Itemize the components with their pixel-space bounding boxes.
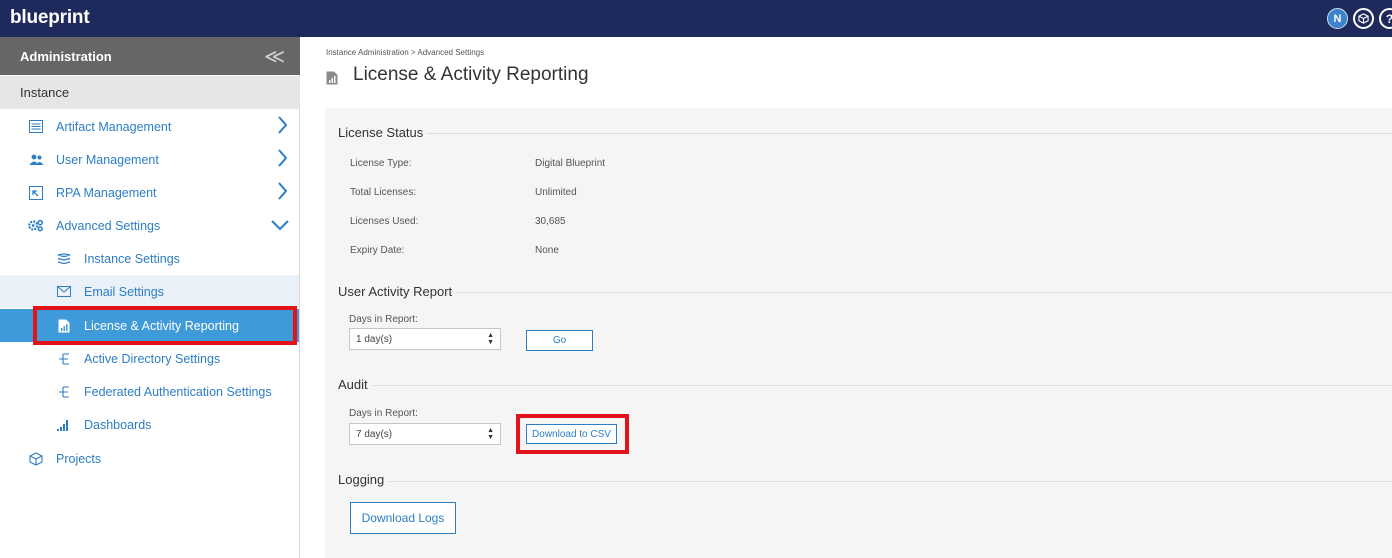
rpa-icon (28, 185, 44, 201)
sidebar-item-label: Federated Authentication Settings (84, 384, 272, 399)
sidebar-item-advanced-settings[interactable]: Advanced Settings (0, 209, 299, 242)
bar-chart-icon (56, 417, 72, 433)
sidebar-item-label: Email Settings (84, 284, 164, 299)
sidebar-item-label: Artifact Management (56, 119, 172, 134)
sidebar-item-label: Advanced Settings (56, 218, 161, 233)
chevron-right-icon[interactable] (277, 116, 288, 137)
sidebar-item-label: User Management (56, 152, 159, 167)
sidebar-item-federated-authentication-settings[interactable]: Federated Authentication Settings (0, 375, 299, 408)
user-avatar[interactable]: N (1327, 8, 1348, 29)
sidebar-item-email-settings[interactable]: Email Settings (0, 275, 299, 308)
expiry-date-value: None (535, 245, 559, 256)
layers-icon (56, 251, 72, 267)
breadcrumb[interactable]: Instance Administration > Advanced Setti… (326, 48, 484, 57)
license-type-value: Digital Blueprint (535, 158, 606, 169)
licenses-used-value: 30,685 (535, 216, 566, 227)
top-icons: N ? (1327, 8, 1392, 29)
settings-panel: License Status License Type: Digital Blu… (325, 108, 1392, 558)
stepper-arrows-icon[interactable]: ▲ ▼ (487, 332, 494, 346)
sidebar-item-dashboards[interactable]: Dashboards (0, 408, 299, 441)
sidebar: Administration ≪ Instance Artifact Manag… (0, 37, 300, 558)
chevron-down-icon[interactable] (271, 219, 289, 233)
chevron-right-icon[interactable] (277, 182, 288, 203)
directory-icon (56, 351, 72, 367)
select-value: 7 day(s) (356, 429, 393, 440)
sidebar-item-label: Projects (56, 451, 102, 466)
collapse-sidebar-icon[interactable]: ≪ (264, 44, 285, 69)
audit-legend: Audit (338, 377, 372, 392)
section-divider (338, 133, 1392, 134)
section-divider (338, 481, 1392, 482)
main-content: Instance Administration > Advanced Setti… (301, 37, 1392, 558)
highlight-box (516, 414, 629, 454)
users-icon (28, 152, 44, 168)
user-activity-legend: User Activity Report (338, 284, 457, 299)
top-bar: blueprint N ? (0, 0, 1392, 37)
help-icon[interactable]: ? (1379, 8, 1392, 29)
cube-icon (28, 451, 44, 467)
sidebar-item-rpa-management[interactable]: RPA Management (0, 176, 299, 209)
user-activity-days-select[interactable]: 1 day(s) ▲ ▼ (349, 328, 501, 350)
chevron-right-icon[interactable] (277, 149, 288, 170)
audit-days-select[interactable]: 7 day(s) ▲ ▼ (349, 423, 501, 445)
section-divider (338, 292, 1392, 293)
sidebar-item-artifact-management[interactable]: Artifact Management (0, 110, 299, 143)
sidebar-header-label: Administration (20, 48, 112, 64)
user-activity-days-label: Days in Report: (349, 314, 418, 325)
sidebar-item-projects[interactable]: Projects (0, 442, 299, 475)
logging-legend: Logging (338, 472, 389, 487)
gears-icon (28, 218, 44, 234)
license-type-label: License Type: (350, 158, 412, 169)
cube-icon[interactable] (1353, 8, 1374, 29)
audit-days-label: Days in Report: (349, 408, 418, 419)
sidebar-header: Administration (0, 37, 300, 75)
app-logo[interactable]: blueprint (10, 7, 90, 29)
report-icon (326, 71, 338, 90)
download-logs-button[interactable]: Download Logs (350, 502, 456, 534)
sidebar-section-instance[interactable]: Instance (0, 76, 300, 109)
total-licenses-value: Unlimited (535, 187, 577, 198)
total-licenses-label: Total Licenses: (350, 187, 417, 198)
license-status-legend: License Status (338, 125, 428, 140)
licenses-used-label: Licenses Used: (350, 216, 419, 227)
expiry-date-label: Expiry Date: (350, 245, 405, 256)
sidebar-item-user-management[interactable]: User Management (0, 143, 299, 176)
section-divider (338, 385, 1392, 386)
sidebar-item-label: Active Directory Settings (84, 351, 221, 366)
stepper-arrows-icon[interactable]: ▲ ▼ (487, 427, 494, 441)
highlight-box (33, 306, 297, 345)
sidebar-item-label: RPA Management (56, 185, 157, 200)
artifact-management-icon (28, 119, 44, 135)
sidebar-section-label: Instance (20, 85, 70, 100)
go-button[interactable]: Go (526, 330, 593, 351)
sidebar-item-label: Instance Settings (84, 251, 180, 266)
page-title: License & Activity Reporting (353, 64, 589, 85)
sidebar-item-label: Dashboards (84, 417, 152, 432)
select-value: 1 day(s) (356, 334, 393, 345)
directory-icon (56, 384, 72, 400)
sidebar-item-active-directory-settings[interactable]: Active Directory Settings (0, 342, 299, 375)
envelope-icon (56, 284, 72, 300)
sidebar-item-instance-settings[interactable]: Instance Settings (0, 242, 299, 275)
